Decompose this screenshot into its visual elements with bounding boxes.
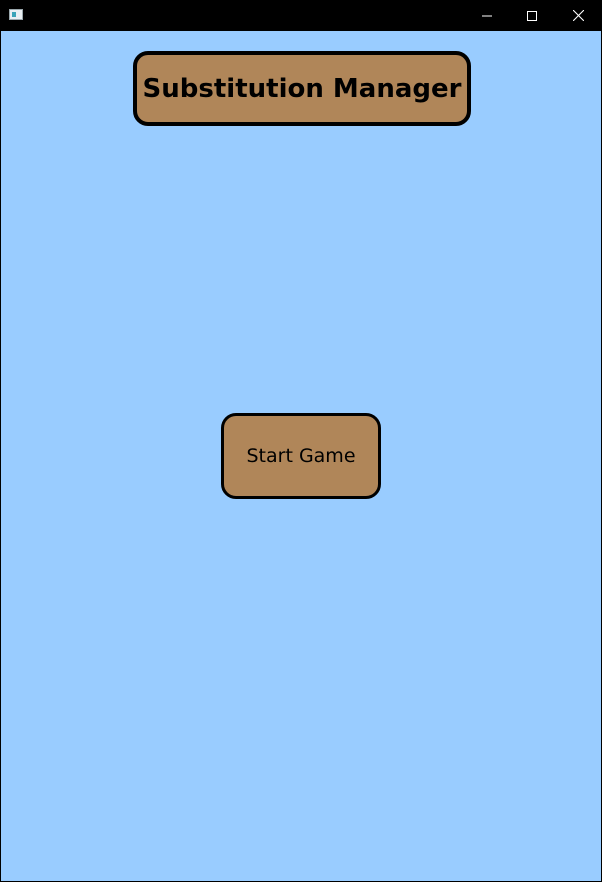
main-panel: Substitution Manager Start Game (1, 31, 601, 881)
maximize-icon (527, 10, 537, 21)
maximize-button[interactable] (509, 0, 555, 31)
close-button[interactable] (555, 0, 601, 31)
page-title: Substitution Manager (133, 51, 471, 126)
app-window: Substitution Manager Start Game (0, 0, 602, 882)
app-window-icon (9, 9, 23, 20)
close-icon (572, 10, 584, 21)
page-title-text: Substitution Manager (142, 73, 462, 104)
start-game-label: Start Game (246, 445, 356, 467)
minimize-icon (482, 15, 492, 16)
minimize-button[interactable] (464, 0, 510, 31)
start-game-button[interactable]: Start Game (221, 413, 381, 499)
title-bar[interactable] (0, 0, 602, 31)
